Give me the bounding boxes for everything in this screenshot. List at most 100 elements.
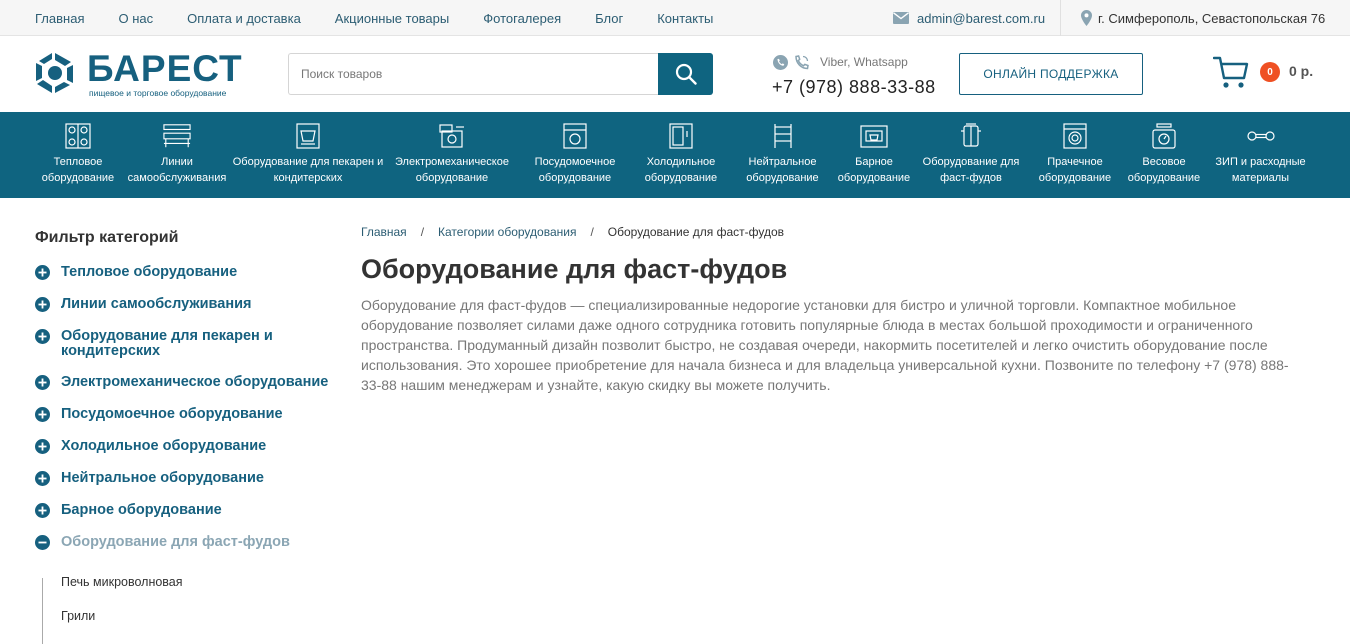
breadcrumb-separator: /: [590, 225, 594, 239]
top-nav-promo[interactable]: Акционные товары: [335, 11, 449, 26]
sidebar-item-refrigeration[interactable]: Холодильное оборудование: [35, 439, 266, 454]
category-description: Оборудование для фаст-фудов — специализи…: [361, 297, 1289, 393]
category-label: Линии самообслуживания: [127, 156, 227, 184]
category-laundry[interactable]: Прачечное оборудование: [1033, 112, 1117, 198]
top-divider: [1060, 0, 1061, 36]
plus-icon: [35, 265, 50, 280]
category-self-service[interactable]: Линии самообслуживания: [122, 112, 232, 198]
subcategory-grills[interactable]: Грили: [61, 609, 95, 623]
category-label: Весовое оборудование: [1127, 156, 1201, 184]
search-button[interactable]: [658, 53, 713, 95]
sidebar-item-label: Холодильное оборудование: [61, 438, 267, 454]
mail-icon: [893, 12, 909, 24]
category-label: Прачечное оборудование: [1038, 156, 1112, 184]
sidebar-item-label: Оборудование для пекарен и кондитерских: [61, 328, 273, 359]
category-label: Электромеханическое оборудование: [395, 156, 509, 184]
top-bar: Главная О нас Оплата и доставка Акционны…: [0, 0, 1350, 36]
sidebar-item-dishwashing[interactable]: Посудомоечное оборудование: [35, 407, 283, 422]
category-label: Нейтральное оборудование: [746, 156, 819, 184]
category-label: Тепловое оборудование: [41, 156, 115, 184]
dishwasher-icon: [561, 122, 589, 150]
category-fastfood[interactable]: Оборудование для фаст-фудов: [916, 112, 1026, 198]
sidebar-item-label: Электромеханическое оборудование: [61, 374, 329, 390]
search-input[interactable]: [288, 53, 660, 95]
breadcrumb-separator: /: [420, 225, 425, 239]
minus-icon: [35, 535, 50, 550]
breadcrumb-home[interactable]: Главная: [361, 225, 407, 239]
category-label: ЗИП и расходные материалы: [1215, 156, 1306, 184]
logo[interactable]: БАРЕСТ пищевое и торговое оборудование: [33, 47, 243, 99]
plus-icon: [35, 407, 50, 422]
phone-number[interactable]: +7 (978) 888-33-88: [772, 77, 936, 98]
top-nav-home[interactable]: Главная: [35, 11, 84, 26]
category-refrigeration[interactable]: Холодильное оборудование: [633, 112, 729, 198]
scales-icon: [1150, 122, 1178, 150]
sidebar-item-label: Посудомоечное оборудование: [61, 406, 283, 422]
category-bakery[interactable]: Оборудование для пекарен и кондитерских: [232, 112, 384, 198]
top-nav: Главная О нас Оплата и доставка Акционны…: [35, 0, 747, 36]
category-weighing[interactable]: Весовое оборудование: [1122, 112, 1206, 198]
sidebar-item-neutral[interactable]: Нейтральное оборудование: [35, 471, 264, 486]
fridge-icon: [667, 122, 695, 150]
category-bar[interactable]: Барное оборудование: [834, 112, 914, 198]
cart[interactable]: 0 0 р.: [1213, 54, 1323, 94]
top-nav-contacts[interactable]: Контакты: [657, 11, 713, 26]
category-dishwashing[interactable]: Посудомоечное оборудование: [522, 112, 628, 198]
serving-line-icon: [163, 122, 191, 150]
sidebar-item-label: Тепловое оборудование: [61, 264, 238, 280]
mixer-icon: [294, 122, 322, 150]
whatsapp-icon[interactable]: [772, 54, 789, 71]
top-nav-blog[interactable]: Блог: [595, 11, 623, 26]
logo-text: БАРЕСТ: [87, 48, 243, 89]
address-text: г. Симферополь, Севастопольская 76: [1098, 10, 1326, 26]
category-label: Холодильное оборудование: [644, 156, 718, 184]
sidebar-item-thermal[interactable]: Тепловое оборудование: [35, 265, 237, 280]
page-title: Оборудование для фаст-фудов: [361, 254, 788, 284]
category-neutral[interactable]: Нейтральное оборудование: [735, 112, 830, 198]
header: БАРЕСТ пищевое и торговое оборудование V…: [0, 36, 1350, 112]
sidebar-item-electromechanical[interactable]: Электромеханическое оборудование: [35, 375, 328, 390]
category-thermal[interactable]: Тепловое оборудование: [35, 112, 121, 198]
filter-title: Фильтр категорий: [35, 229, 179, 246]
cart-sum: 0 р.: [1289, 63, 1314, 79]
wrench-icon: [1246, 122, 1275, 150]
plus-icon: [35, 375, 50, 390]
plus-icon: [35, 503, 50, 518]
sidebar-item-self-service[interactable]: Линии самообслуживания: [35, 297, 251, 312]
plus-icon: [35, 329, 50, 344]
online-support-button[interactable]: ОНЛАЙН ПОДДЕРЖКА: [959, 53, 1143, 95]
category-bar: Тепловое оборудование Линии самообслужив…: [0, 112, 1350, 198]
sidebar-item-fastfood[interactable]: Оборудование для фаст-фудов: [35, 535, 290, 550]
sidebar-item-bakery[interactable]: Оборудование для пекарен и кондитерских: [35, 329, 311, 359]
viber-icon[interactable]: [793, 54, 810, 71]
rack-icon: [769, 122, 797, 150]
breadcrumb-categories[interactable]: Категории оборудования: [438, 225, 576, 239]
coffee-machine-icon: [860, 122, 888, 150]
top-nav-about[interactable]: О нас: [118, 11, 153, 26]
top-nav-gallery[interactable]: Фотогалерея: [483, 11, 561, 26]
top-nav-payment[interactable]: Оплата и доставка: [187, 11, 301, 26]
search-form: [288, 53, 713, 95]
subtree-line: [42, 578, 43, 644]
location-pin-icon: [1081, 10, 1092, 26]
breadcrumb-current: Оборудование для фаст-фудов: [607, 225, 785, 239]
search-icon: [675, 63, 697, 85]
messengers: Viber, Whatsapp: [772, 52, 936, 72]
category-label: Оборудование для пекарен и кондитерских: [232, 156, 384, 184]
logo-mark-icon: [36, 53, 73, 93]
plus-icon: [35, 471, 50, 486]
subcategory-microwave[interactable]: Печь микроволновая: [61, 575, 183, 589]
category-spare-parts[interactable]: ЗИП и расходные материалы: [1208, 112, 1313, 198]
sidebar-item-bar[interactable]: Барное оборудование: [35, 503, 222, 518]
category-label: Посудомоечное оборудование: [534, 156, 616, 184]
category-electromechanical[interactable]: Электромеханическое оборудование: [388, 112, 516, 198]
sidebar-item-label: Барное оборудование: [61, 502, 222, 518]
breadcrumb: Главная / Категории оборудования / Обору…: [361, 225, 784, 239]
logo-subtitle: пищевое и торговое оборудование: [89, 88, 227, 98]
cart-count-badge: 0: [1260, 62, 1280, 82]
contacts-block: Viber, Whatsapp +7 (978) 888-33-88: [772, 52, 936, 98]
top-email-link[interactable]: admin@barest.com.ru: [893, 0, 1045, 36]
top-address: г. Симферополь, Севастопольская 76: [1081, 0, 1325, 36]
meat-grinder-icon: [438, 122, 466, 150]
sidebar-item-label: Оборудование для фаст-фудов: [61, 534, 290, 550]
